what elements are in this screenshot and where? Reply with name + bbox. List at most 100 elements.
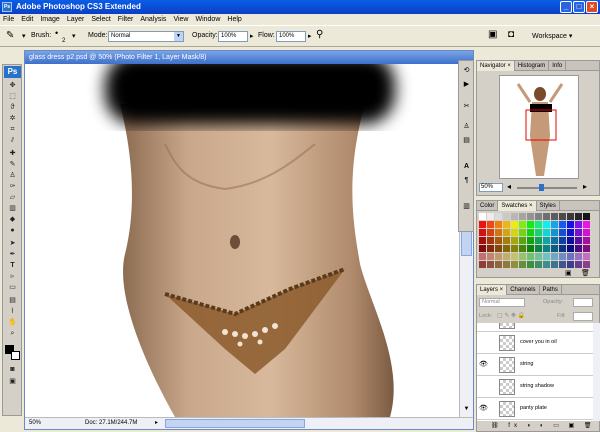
color-swatch[interactable] (495, 245, 502, 252)
close-button[interactable]: × (586, 1, 598, 13)
zoom-level[interactable]: 50% (29, 418, 41, 429)
color-swatch[interactable] (551, 221, 558, 228)
color-swatch[interactable] (479, 253, 486, 260)
history-brush-tool-icon[interactable]: ✑ (5, 182, 20, 191)
color-swatch[interactable] (551, 245, 558, 252)
zoom-out-icon[interactable]: ◂ (507, 182, 511, 191)
color-swatch[interactable] (495, 261, 502, 268)
color-swatch[interactable] (479, 237, 486, 244)
eye-icon[interactable]: 👁 (479, 360, 488, 369)
layer-row[interactable]: cover you in oil (477, 333, 593, 354)
color-swatch[interactable] (575, 245, 582, 252)
paragraph-panel-icon[interactable]: ¶ (461, 175, 472, 186)
color-swatch[interactable] (551, 229, 558, 236)
flow-slider-icon[interactable]: ▸ (308, 32, 312, 40)
color-swatch[interactable] (511, 213, 518, 220)
menu-window[interactable]: Window (195, 16, 220, 23)
color-swatch[interactable] (511, 245, 518, 252)
color-swatch[interactable] (503, 213, 510, 220)
color-swatch[interactable] (551, 261, 558, 268)
color-swatch[interactable] (519, 253, 526, 260)
color-swatch[interactable] (583, 213, 590, 220)
color-swatch[interactable] (567, 237, 574, 244)
color-swatch[interactable] (487, 261, 494, 268)
actions-panel-icon[interactable]: ▶ (461, 79, 472, 90)
fill-input[interactable] (573, 312, 593, 321)
color-swatch[interactable] (551, 253, 558, 260)
color-swatch[interactable] (479, 221, 486, 228)
color-swatch[interactable] (503, 253, 510, 260)
tool-preset-dropdown-icon[interactable]: ▾ (22, 32, 26, 40)
blur-tool-icon[interactable]: ◆ (5, 215, 20, 224)
color-swatch[interactable] (519, 213, 526, 220)
move-tool-icon[interactable]: ✥ (5, 81, 20, 90)
layer-row[interactable]: 👁 string (477, 355, 593, 376)
opacity-slider-icon[interactable]: ▸ (250, 32, 254, 40)
pen-tool-icon[interactable]: ✒ (5, 250, 20, 259)
swatch-grid[interactable] (479, 213, 595, 269)
color-swatch[interactable] (527, 237, 534, 244)
background-color-swatch[interactable] (11, 351, 20, 360)
color-swatch[interactable] (543, 229, 550, 236)
tab-histogram[interactable]: Histogram (515, 61, 550, 71)
history-panel-icon[interactable]: ⟲ (461, 65, 472, 76)
layer-comps-icon[interactable]: ▤ (461, 135, 472, 146)
color-swatch[interactable] (551, 213, 558, 220)
color-swatch[interactable] (535, 261, 542, 268)
character-panel-icon[interactable]: A (461, 161, 472, 172)
layers-scrollbar[interactable] (593, 323, 600, 421)
dodge-tool-icon[interactable]: ● (5, 226, 20, 235)
notes-panel-icon[interactable]: ▥ (461, 201, 472, 212)
color-swatch[interactable] (487, 221, 494, 228)
shape-tool-icon[interactable]: ▭ (5, 283, 20, 292)
color-swatch[interactable] (487, 237, 494, 244)
type-tool-icon[interactable]: T (5, 261, 20, 270)
color-swatch[interactable] (559, 253, 566, 260)
tab-styles[interactable]: Styles (537, 201, 560, 211)
eye-icon[interactable]: 👁 (479, 404, 488, 413)
color-swatch[interactable] (567, 221, 574, 228)
clone-stamp-tool-icon[interactable]: ♙ (5, 171, 20, 180)
color-swatch[interactable] (511, 229, 518, 236)
color-swatch[interactable] (495, 221, 502, 228)
horizontal-scroll-thumb[interactable] (165, 419, 305, 428)
workspace-button[interactable]: Workspace ▾ (532, 32, 572, 40)
tab-layers[interactable]: Layers × (477, 285, 508, 295)
color-swatch[interactable] (567, 213, 574, 220)
color-swatch[interactable] (575, 253, 582, 260)
color-swatch[interactable] (535, 253, 542, 260)
color-swatch[interactable] (519, 261, 526, 268)
menu-filter[interactable]: Filter (118, 16, 134, 23)
color-swatch[interactable] (559, 245, 566, 252)
color-swatch[interactable] (583, 221, 590, 228)
color-swatch[interactable] (575, 261, 582, 268)
color-swatch[interactable] (519, 237, 526, 244)
navigator-preview[interactable] (499, 75, 579, 179)
color-swatch[interactable] (511, 237, 518, 244)
tab-color[interactable]: Color (477, 201, 499, 211)
color-swatch[interactable] (487, 229, 494, 236)
color-swatch[interactable] (567, 261, 574, 268)
color-swatch[interactable] (503, 237, 510, 244)
navigator-zoom-slider[interactable] (517, 187, 577, 189)
eraser-tool-icon[interactable]: ▱ (5, 193, 20, 202)
tool-presets-icon[interactable]: ✂ (461, 101, 472, 112)
color-swatch[interactable] (519, 245, 526, 252)
status-menu-icon[interactable]: ▸ (155, 418, 158, 429)
new-swatch-icon[interactable]: ▣ (565, 269, 572, 277)
color-swatch[interactable] (503, 261, 510, 268)
color-swatch[interactable] (527, 229, 534, 236)
marquee-tool-icon[interactable]: ⬚ (5, 92, 20, 101)
slice-tool-icon[interactable]: ⫽ (5, 136, 20, 145)
color-swatch[interactable] (527, 261, 534, 268)
color-swatch[interactable] (543, 237, 550, 244)
bridge-icon[interactable]: ◘ (508, 29, 514, 40)
brush-tool-icon[interactable]: ✎ (6, 30, 14, 41)
brush-picker-dropdown-icon[interactable]: ▾ (72, 32, 76, 40)
color-swatch[interactable] (495, 229, 502, 236)
direct-selection-tool-icon[interactable]: ▹ (5, 272, 20, 281)
color-swatch[interactable] (535, 229, 542, 236)
screen-mode-icon[interactable]: ▣ (5, 377, 20, 386)
crop-tool-icon[interactable]: ⌗ (5, 125, 20, 134)
layer-action-icons[interactable]: ⛓ fx ◑ ◐ ▭ ▣ 🗑 (491, 422, 596, 429)
